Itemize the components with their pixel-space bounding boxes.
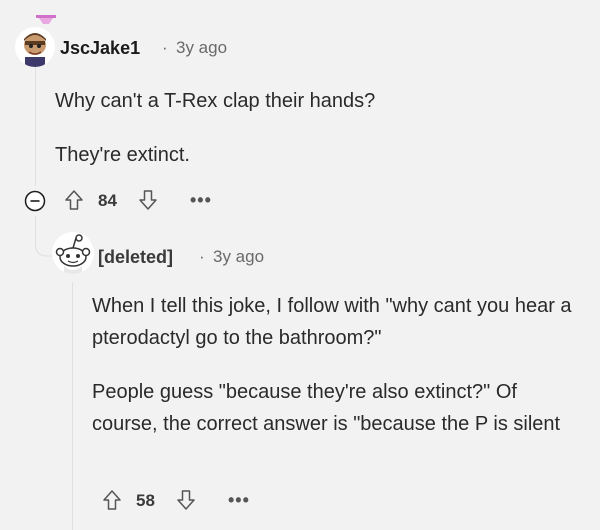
downvote-icon: [177, 490, 195, 510]
thread-line-child: [72, 282, 73, 530]
meta-separator: ·: [199, 247, 205, 266]
avatar-icon: [15, 27, 55, 67]
avatar[interactable]: [52, 232, 94, 274]
upvote-button[interactable]: [62, 188, 86, 212]
meta-separator: ·: [162, 38, 168, 57]
comment-timestamp[interactable]: 3y ago: [176, 38, 227, 58]
downvote-button[interactable]: [136, 188, 160, 212]
vote-count: 58: [136, 491, 155, 510]
collapse-button[interactable]: [24, 190, 46, 212]
comment-paragraph: Why can't a T-Rex clap their hands?: [55, 90, 376, 112]
comment-paragraph: People guess "because they're also extin…: [92, 381, 561, 435]
avatar[interactable]: [15, 27, 55, 67]
crown-icon: [36, 15, 56, 24]
upvote-icon: [65, 190, 83, 210]
downvote-button[interactable]: [174, 488, 198, 512]
downvote-icon: [139, 190, 157, 210]
upvote-icon: [103, 490, 121, 510]
more-options-button[interactable]: •••: [190, 190, 212, 211]
comment-username: [deleted]: [98, 247, 174, 267]
comment-paragraph: When I tell this joke, I follow with "wh…: [92, 295, 572, 349]
comment-paragraph: They're extinct.: [55, 144, 190, 166]
snoo-avatar-icon: [52, 232, 94, 274]
comment-username[interactable]: JscJake1: [60, 38, 140, 59]
vote-count: 84: [98, 191, 117, 210]
more-options-button[interactable]: •••: [228, 490, 250, 511]
collapse-icon: [24, 190, 46, 212]
upvote-button[interactable]: [100, 488, 124, 512]
comment-timestamp[interactable]: 3y ago: [213, 247, 264, 267]
thread-line-main: [35, 66, 36, 186]
